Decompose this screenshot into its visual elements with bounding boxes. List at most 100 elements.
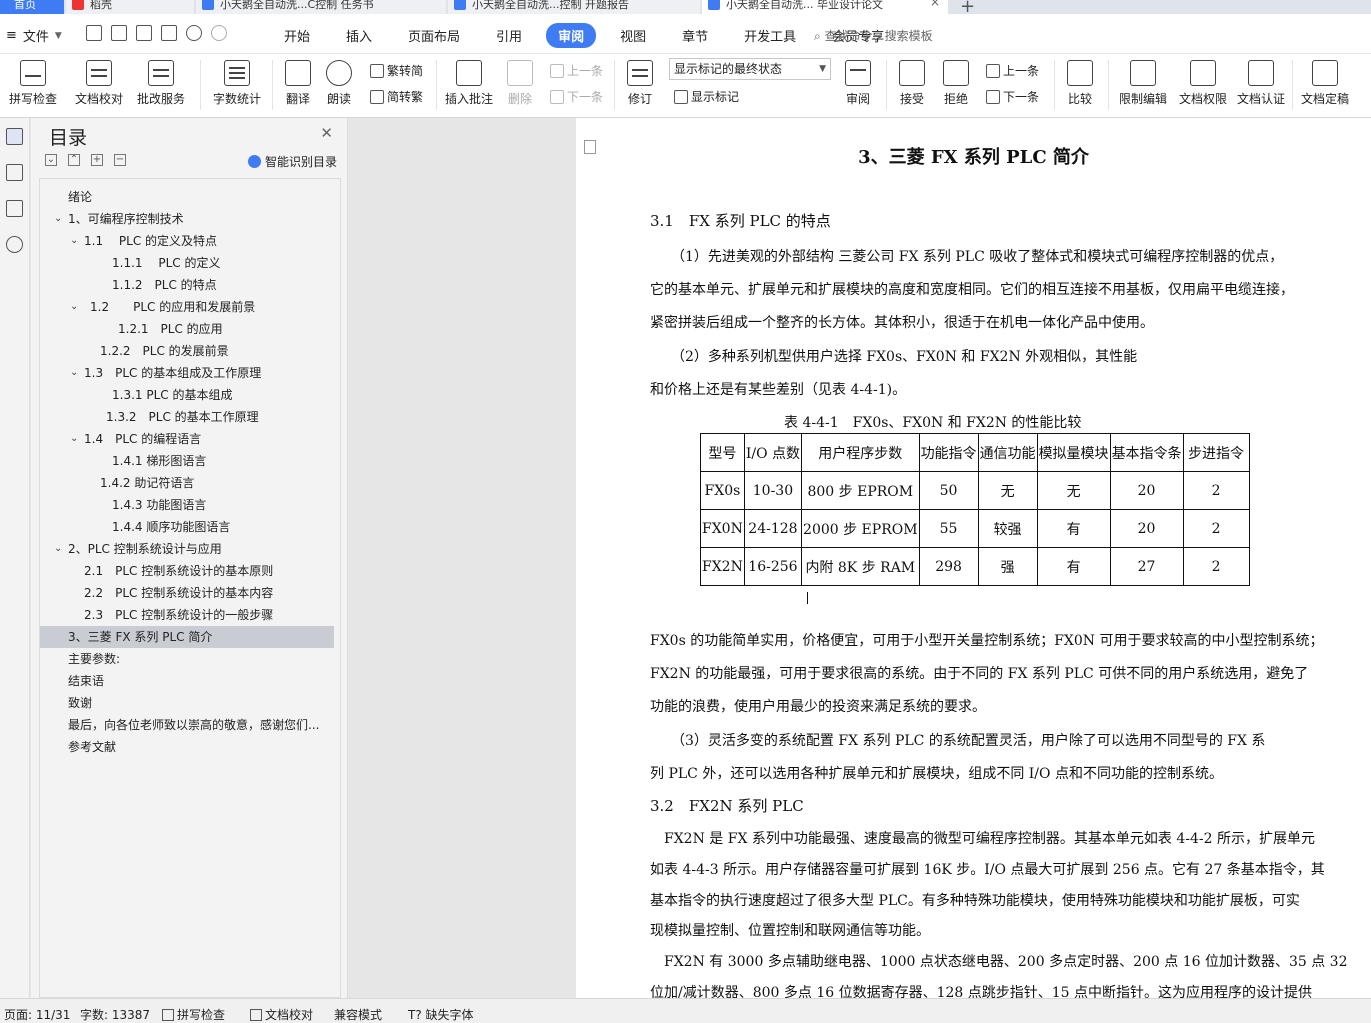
toc-item[interactable]: ⌄ 1.2 PLC 的应用和发展前景 bbox=[40, 296, 334, 318]
review-pane-button[interactable]: 审阅 bbox=[840, 58, 876, 110]
chevron-down-icon[interactable]: ⌄ bbox=[70, 296, 78, 318]
next-change-button[interactable]: 下一条 bbox=[986, 88, 1039, 105]
prev-change-button[interactable]: 上一条 bbox=[986, 62, 1039, 79]
bookmark-icon[interactable] bbox=[6, 200, 23, 217]
toc-item[interactable]: 1.2.1 PLC 的应用 bbox=[40, 318, 334, 340]
toc-item[interactable]: 致谢 bbox=[40, 692, 334, 714]
tab-home[interactable]: 首页 bbox=[0, 0, 64, 14]
toc-item[interactable]: ⌄ 1.1 PLC 的定义及特点 bbox=[40, 230, 334, 252]
save-icon[interactable] bbox=[86, 25, 102, 41]
reject-button[interactable]: 拒绝 bbox=[938, 58, 974, 110]
toc-item[interactable]: 2.1 PLC 控制系统设计的基本原则 bbox=[40, 560, 334, 582]
chapter-nav-icon[interactable] bbox=[6, 164, 23, 181]
status-doccheck[interactable]: 文档校对 bbox=[250, 1006, 313, 1023]
chevron-down-icon[interactable]: ⌄ bbox=[54, 208, 62, 230]
close-icon[interactable]: ✕ bbox=[320, 124, 333, 142]
toc-item[interactable]: 结束语 bbox=[40, 670, 334, 692]
file-menu[interactable]: ≡ 文件 ▼ bbox=[6, 26, 62, 45]
review-service-button[interactable]: 批改服务 bbox=[132, 58, 190, 110]
prev-comment-button[interactable]: 上一条 bbox=[550, 62, 603, 79]
command-search[interactable]: ⌕ 查找命令、搜索模板 bbox=[814, 27, 933, 44]
tab-docer[interactable]: 稻壳 bbox=[66, 0, 194, 14]
toc-item[interactable]: 1.4.3 功能图语言 bbox=[40, 494, 334, 516]
toc-item[interactable]: ⌄ 1、可编程序控制技术 bbox=[40, 208, 334, 230]
track-changes-button[interactable]: 修订 bbox=[622, 58, 658, 110]
toc-item[interactable]: 参考文献 bbox=[40, 736, 334, 758]
next-comment-button[interactable]: 下一条 bbox=[550, 88, 603, 105]
toc-panel-icon[interactable] bbox=[6, 128, 23, 145]
toc-item[interactable]: 1.2.2 PLC 的发展前景 bbox=[40, 340, 334, 362]
restrict-editing-button[interactable]: 限制编辑 bbox=[1116, 58, 1170, 110]
word-count-indicator[interactable]: 字数: 13387 bbox=[80, 1006, 150, 1023]
chevron-down-icon[interactable]: ⌄ bbox=[70, 362, 78, 384]
expand-up-icon[interactable]: ⌃ bbox=[68, 154, 80, 166]
tab-references[interactable]: 引用 bbox=[484, 23, 534, 48]
toc-item[interactable]: 1.4.1 梯形图语言 bbox=[40, 450, 334, 472]
toc-item[interactable]: 2.2 PLC 控制系统设计的基本内容 bbox=[40, 582, 334, 604]
export-pdf-icon[interactable] bbox=[111, 25, 127, 41]
insert-comment-button[interactable]: 插入批注 bbox=[444, 58, 494, 110]
chevron-down-icon[interactable]: ⌄ bbox=[54, 538, 62, 560]
toc-item[interactable]: 1.3.1 PLC 的基本组成 bbox=[40, 384, 334, 406]
tab-developer[interactable]: 开发工具 bbox=[732, 23, 808, 48]
doc-rights-button[interactable]: 文档权限 bbox=[1176, 58, 1230, 110]
toc-item[interactable]: 1.4.4 顺序功能图语言 bbox=[40, 516, 334, 538]
doc-auth-button[interactable]: 文档认证 bbox=[1234, 58, 1288, 110]
toc-item[interactable]: ⌄ 2、PLC 控制系统设计与应用 bbox=[40, 538, 334, 560]
undo-icon[interactable] bbox=[186, 25, 202, 41]
translate-button[interactable]: 翻译 bbox=[280, 58, 316, 110]
tab-doc-task[interactable]: 小天鹅全自动洗...C控制 任务书 bbox=[196, 0, 446, 14]
toc-item[interactable]: 绪论 bbox=[40, 186, 334, 208]
toc-item-active[interactable]: 3、三菱 FX 系列 PLC 简介 bbox=[40, 626, 334, 648]
toc-item[interactable]: 1.3.2 PLC 的基本工作原理 bbox=[40, 406, 334, 428]
status-spellcheck[interactable]: 拼写检查 bbox=[162, 1006, 225, 1023]
smart-toc-button[interactable]: 智能识别目录 bbox=[247, 153, 337, 170]
toc-item[interactable]: 最后，向各位老师致以崇高的敬意，感谢您们... bbox=[40, 714, 334, 736]
word-count-button[interactable]: 字数统计 bbox=[210, 58, 264, 110]
print-icon[interactable] bbox=[136, 25, 152, 41]
restrict-editing-label: 限制编辑 bbox=[1118, 92, 1167, 106]
markup-display-select[interactable]: 显示标记的最终状态 ▼ bbox=[669, 58, 831, 80]
tab-page-layout[interactable]: 页面布局 bbox=[396, 23, 472, 48]
close-icon[interactable]: × bbox=[930, 0, 940, 8]
toc-item[interactable]: 1.1.1 PLC 的定义 bbox=[40, 252, 334, 274]
tab-start[interactable]: 开始 bbox=[272, 23, 322, 48]
toc-item[interactable]: 1.1.2 PLC 的特点 bbox=[40, 274, 334, 296]
tab-doc-proposal[interactable]: 小天鹅全自动洗...控制 开题报告 bbox=[448, 0, 700, 14]
doc-check-button[interactable]: 文档校对 bbox=[72, 58, 126, 110]
tab-view[interactable]: 视图 bbox=[608, 23, 658, 48]
spellcheck-button[interactable]: 拼写检查 bbox=[4, 58, 62, 110]
add-heading-icon[interactable]: + bbox=[91, 154, 103, 166]
chevron-down-icon[interactable]: ⌄ bbox=[70, 428, 78, 450]
toc-item[interactable]: ⌄ 1.3 PLC 的基本组成及工作原理 bbox=[40, 362, 334, 384]
read-aloud-button[interactable]: 朗读 bbox=[322, 58, 356, 110]
word-doc-icon bbox=[454, 0, 466, 10]
toc-item[interactable]: ⌄ 1.4 PLC 的编程语言 bbox=[40, 428, 334, 450]
tab-review[interactable]: 审阅 bbox=[546, 23, 597, 48]
accept-button[interactable]: 接受 bbox=[894, 58, 930, 110]
doc-final-button[interactable]: 文档定稿 bbox=[1298, 58, 1352, 110]
tab-section[interactable]: 章节 bbox=[670, 23, 720, 48]
remove-heading-icon[interactable]: − bbox=[114, 154, 126, 166]
toc-item[interactable]: 1.4.2 助记符语言 bbox=[40, 472, 334, 494]
chevron-down-icon[interactable]: ⌄ bbox=[70, 230, 78, 252]
page-indicator[interactable]: 页面: 11/31 bbox=[4, 1006, 70, 1023]
toc-item[interactable]: 2.3 PLC 控制系统设计的一般步骤 bbox=[40, 604, 334, 626]
document-page[interactable]: 3、三菱 FX 系列 PLC 简介 3.1 FX 系列 PLC 的特点 （1）先… bbox=[576, 118, 1371, 998]
simp-to-trad-button[interactable]: 简转繁 bbox=[370, 88, 423, 105]
delete-comment-button[interactable]: 删除 bbox=[502, 58, 538, 110]
show-markup-button[interactable]: 显示标记 bbox=[674, 88, 739, 105]
toc-item[interactable]: 主要参数: bbox=[40, 648, 334, 670]
redo-icon[interactable] bbox=[211, 25, 227, 41]
collapse-all-icon[interactable]: ⌄ bbox=[45, 154, 57, 166]
toc-item-label: 1.4 PLC 的编程语言 bbox=[84, 432, 202, 446]
new-tab-button[interactable]: + bbox=[960, 0, 975, 14]
compat-mode-indicator[interactable]: 兼容模式 bbox=[334, 1006, 382, 1023]
trad-to-simp-button[interactable]: 繁转简 bbox=[370, 62, 423, 79]
tab-doc-thesis[interactable]: 小天鹅全自动洗... 毕业设计论文 × bbox=[702, 0, 948, 14]
print-preview-icon[interactable] bbox=[161, 25, 177, 41]
missing-font-indicator[interactable]: T? 缺失字体 bbox=[408, 1006, 474, 1023]
tab-insert[interactable]: 插入 bbox=[334, 23, 384, 48]
compare-button[interactable]: 比较 bbox=[1062, 58, 1098, 110]
search-icon[interactable] bbox=[6, 236, 23, 253]
